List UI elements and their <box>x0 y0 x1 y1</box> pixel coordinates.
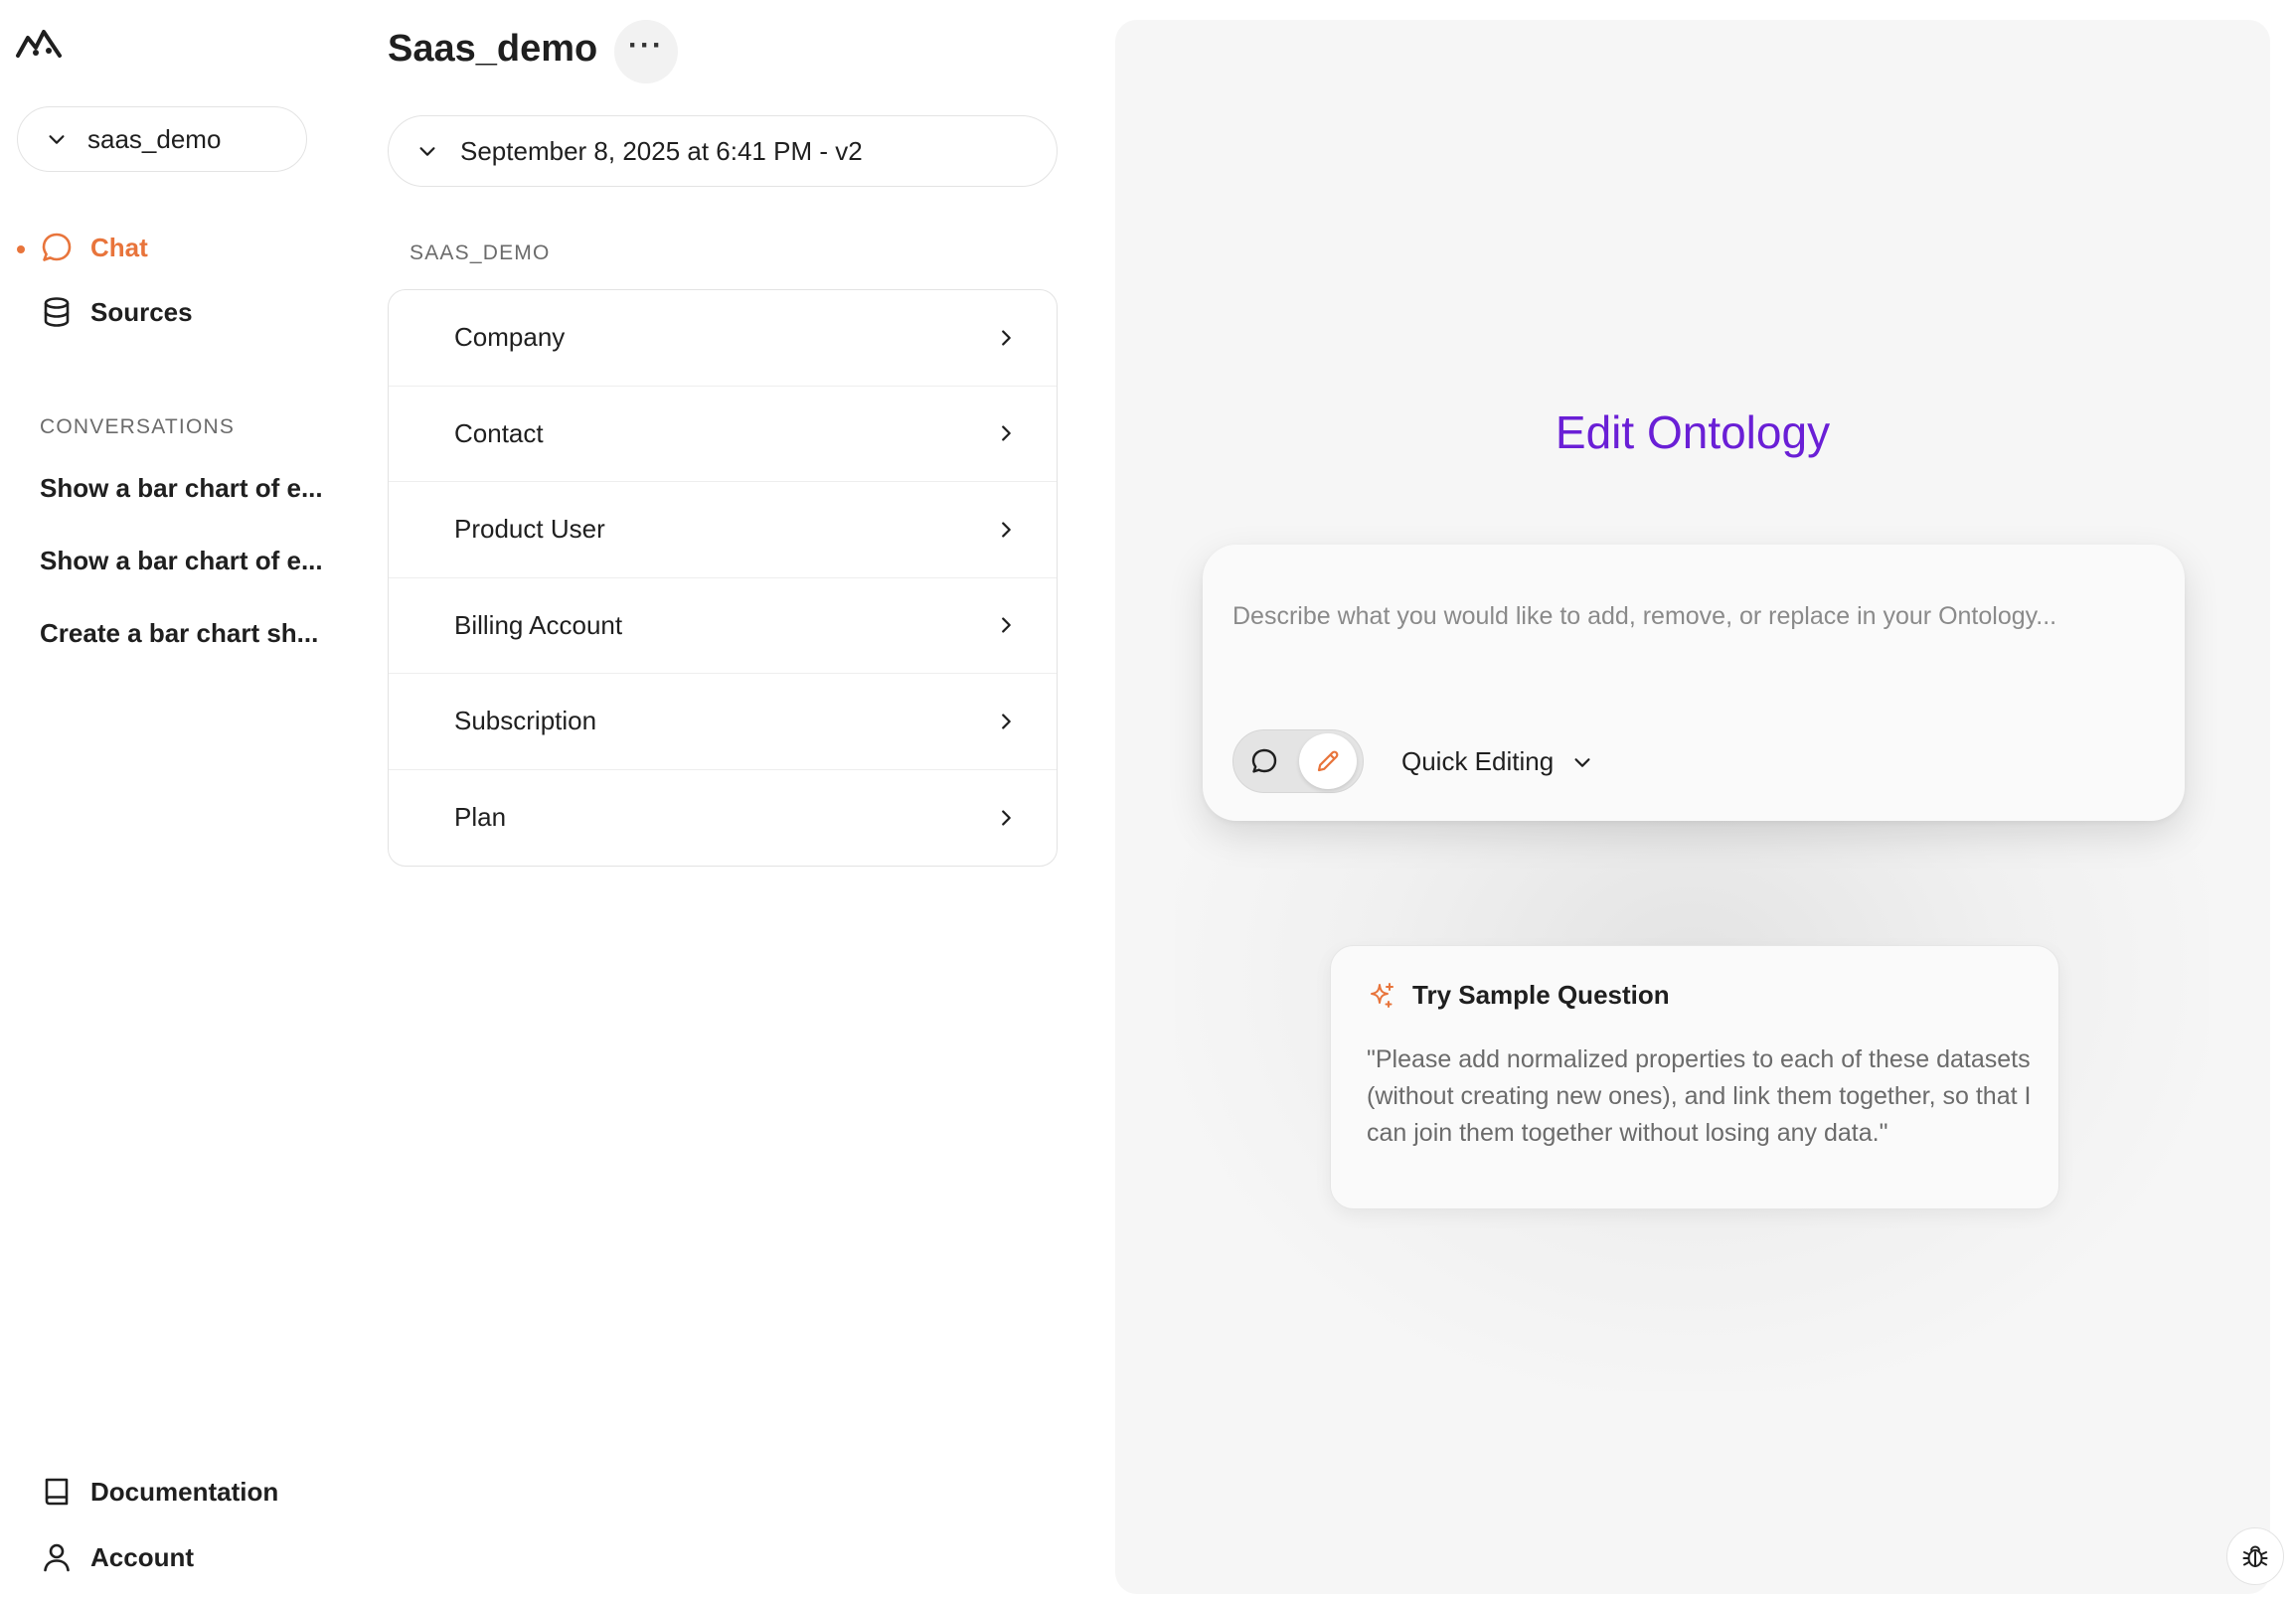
editing-mode-value: Quick Editing <box>1401 746 1555 776</box>
entity-label: Billing Account <box>454 609 623 640</box>
nav-item-label: Sources <box>90 296 193 327</box>
chat-bubble-icon[interactable] <box>1247 744 1281 778</box>
workspace-select[interactable]: saas_demo <box>17 106 307 172</box>
entity-label: Product User <box>454 514 605 545</box>
chat-bubble-icon <box>42 233 72 261</box>
chevron-right-icon <box>1002 714 1011 729</box>
entity-row-company[interactable]: Company <box>389 290 1057 387</box>
logo-icon[interactable] <box>14 26 64 60</box>
chevron-down-icon <box>1574 757 1590 767</box>
sparkle-icon <box>1371 982 1394 1008</box>
entity-row-plan[interactable]: Plan <box>389 770 1057 867</box>
chevron-right-icon <box>1002 617 1011 633</box>
nav-item-label: Chat <box>90 232 148 262</box>
version-select-value: September 8, 2025 at 6:41 PM - v2 <box>460 135 863 166</box>
bug-icon <box>2242 1545 2268 1567</box>
sample-question-heading: Try Sample Question <box>1367 980 1670 1011</box>
prompt-card: Describe what you would like to add, rem… <box>1203 545 2185 821</box>
conversation-item[interactable]: Show a bar chart of e... <box>40 473 338 504</box>
nav-item-chat[interactable]: Chat <box>40 231 148 264</box>
more-icon: ··· <box>628 29 664 62</box>
mode-toggle[interactable] <box>1232 729 1364 793</box>
entity-row-billing-account[interactable]: Billing Account <box>389 578 1057 674</box>
nav-item-label: Documentation <box>90 1476 279 1507</box>
entity-label: Company <box>454 322 566 353</box>
entity-label: Contact <box>454 417 544 448</box>
chevron-right-icon <box>1002 522 1011 538</box>
entity-label: Subscription <box>454 706 597 736</box>
nav-item-label: Account <box>90 1541 194 1572</box>
chevron-down-icon <box>419 147 435 156</box>
entity-label: Plan <box>454 802 507 833</box>
prompt-input[interactable]: Describe what you would like to add, rem… <box>1232 602 2056 631</box>
panel-title: Edit Ontology <box>1555 406 1831 458</box>
entity-list: Company Contact Product User Billing Acc… <box>388 289 1058 867</box>
pencil-icon <box>1317 750 1339 772</box>
debug-button[interactable] <box>2226 1527 2284 1585</box>
edit-mode-button[interactable] <box>1299 733 1357 789</box>
entity-row-product-user[interactable]: Product User <box>389 482 1057 578</box>
chevron-down-icon <box>49 135 65 144</box>
book-icon <box>45 1478 69 1506</box>
nav-item-account[interactable]: Account <box>40 1540 194 1574</box>
active-indicator <box>17 245 25 253</box>
schema-heading: SAAS_DEMO <box>410 241 551 264</box>
conversations-heading: CONVERSATIONS <box>40 415 236 438</box>
version-select[interactable]: September 8, 2025 at 6:41 PM - v2 <box>388 115 1058 187</box>
nav-item-documentation[interactable]: Documentation <box>40 1475 278 1509</box>
edit-ontology-panel: Edit Ontology Describe what you would li… <box>1115 20 2270 1594</box>
sample-question-card[interactable]: Try Sample Question "Please add normaliz… <box>1330 945 2059 1209</box>
conversation-item[interactable]: Create a bar chart sh... <box>40 618 338 649</box>
entity-row-subscription[interactable]: Subscription <box>389 674 1057 770</box>
conversation-item[interactable]: Show a bar chart of e... <box>40 546 338 576</box>
editing-mode-select[interactable]: Quick Editing <box>1401 746 1593 777</box>
nav-item-sources[interactable]: Sources <box>40 295 193 329</box>
chevron-right-icon <box>1002 330 1011 346</box>
sample-question-text: "Please add normalized properties to eac… <box>1367 1045 2032 1147</box>
sample-question-title: Try Sample Question <box>1412 980 1670 1010</box>
workspace-select-value: saas_demo <box>87 123 222 154</box>
entity-row-contact[interactable]: Contact <box>389 387 1057 482</box>
sidebar: saas_demo Chat Sources CONVERSATIONS Sho… <box>0 0 348 1598</box>
user-icon <box>44 1543 70 1572</box>
page-title: Saas_demo <box>388 28 598 70</box>
more-button[interactable]: ··· <box>614 20 678 83</box>
chevron-right-icon <box>1002 810 1011 826</box>
database-icon <box>44 297 70 327</box>
chevron-right-icon <box>1002 425 1011 441</box>
